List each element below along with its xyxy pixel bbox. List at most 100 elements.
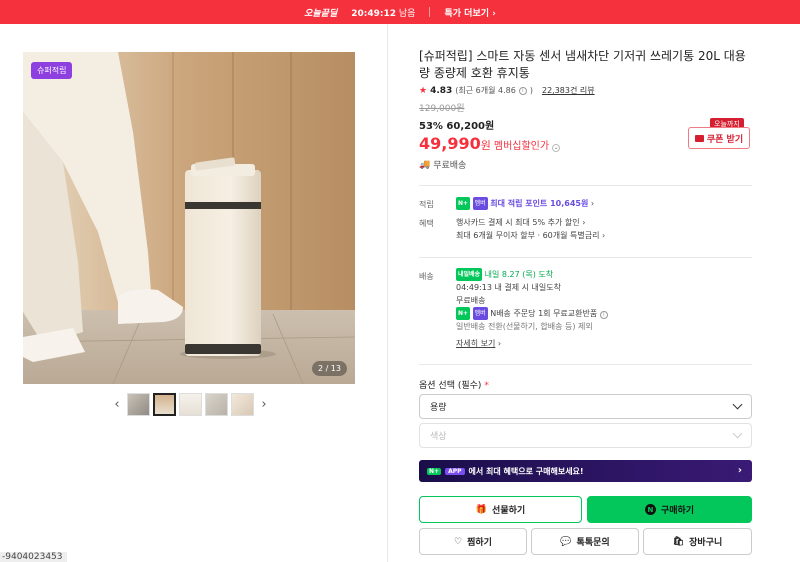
app-promo-text: 에서 최대 혜택으로 구매해보세요! [468, 466, 584, 476]
buy-button-label: 구매하기 [660, 506, 695, 516]
info-icon[interactable]: i [518, 86, 527, 95]
points-row-label: 적립 [419, 200, 434, 209]
chevron-right-icon: › [602, 231, 606, 240]
benefits-row: 행사카드 결제 시 최대 5% 추가 할인 › 최대 6개월 무이자 할부 · … [456, 216, 605, 242]
talk-inquiry-label: 톡톡문의 [576, 538, 610, 548]
chevron-right-icon: › [492, 8, 496, 19]
card-discount-link[interactable]: 행사카드 결제 시 최대 5% 추가 할인 › [456, 216, 605, 229]
color-select[interactable]: 색상 [419, 423, 752, 448]
option-label: 옵션 선택 (필수) * [419, 378, 489, 391]
banner-divider [429, 7, 431, 17]
product-code: -9404023453 [0, 552, 67, 562]
delivery-row: 내일배송 내일 8.27 (목) 도착 04:49:13 내 결제 시 내일도착… [456, 268, 608, 350]
talk-inquiry-button[interactable]: 💬 톡톡문의 [531, 528, 639, 555]
rating-score: 4.83 [430, 85, 453, 96]
free-return-text: N배송 주문당 1회 무료교환반품 [490, 309, 598, 318]
product-main-image[interactable]: 슈퍼적립 2 / 13 [23, 52, 355, 384]
thumbnail[interactable] [127, 393, 150, 416]
divider [419, 185, 752, 186]
star-icon: ★ [419, 85, 428, 96]
chevron-right-icon: › [497, 339, 502, 348]
chevron-down-icon [732, 428, 743, 439]
gift-button[interactable]: 🎁 선물하기 [419, 496, 582, 523]
info-icon[interactable]: i [599, 311, 608, 319]
chevron-down-icon [732, 399, 743, 410]
rating-recent: (최근 6개월 4.86 [455, 86, 516, 95]
member-price-unit: 원 [480, 139, 491, 152]
chat-icon: 💬 [560, 536, 572, 547]
delivery-exclusion: 일반배송 전환(선물하기, 합배송 등) 제외 [456, 322, 593, 331]
membership-badge: 멤버 [472, 307, 488, 320]
coupon-icon [694, 134, 704, 142]
product-title: [슈퍼적립] 스마트 자동 센서 냄새차단 기저귀 쓰레기통 20L 대용량 종… [419, 49, 746, 80]
cart-icon: 🛍 [672, 536, 685, 547]
more-deals-link[interactable]: 특가 더보기 › [444, 6, 495, 19]
wishlist-button[interactable]: ♡ 찜하기 [419, 528, 527, 555]
review-count-link[interactable]: 22,383건 리뷰 [542, 85, 595, 96]
option-label-text: 옵션 선택 (필수) [419, 381, 482, 391]
free-shipping: 🚚 무료배송 [419, 158, 753, 172]
app-promo-banner[interactable]: N+ APP 에서 최대 혜택으로 구매해보세요! › [419, 460, 752, 482]
product-info: [슈퍼적립] 스마트 자동 센서 냄새차단 기저귀 쓰레기통 20L 대용량 종… [419, 48, 753, 171]
delivery-row-label: 배송 [419, 272, 434, 281]
card-discount-text: 행사카드 결제 시 최대 5% 추가 할인 [456, 218, 580, 227]
benefits-row-label: 혜택 [419, 219, 434, 228]
free-shipping-label: 무료배송 [433, 161, 467, 171]
required-mark: * [484, 381, 489, 391]
thumbnail-active[interactable] [153, 393, 176, 416]
order-cutoff: 04:49:13 내 결제 시 내일도착 [456, 283, 561, 292]
truck-icon: 🚚 [419, 159, 431, 170]
arrival-date: 내일 8.27 (목) 도착 [484, 270, 554, 279]
naver-pay-icon: N [644, 504, 656, 515]
more-deals-label: 특가 더보기 [444, 8, 490, 19]
image-counter: 2 / 13 [311, 361, 347, 376]
divider [419, 364, 752, 365]
super-points-badge: 슈퍼적립 [31, 62, 73, 79]
chevron-left-icon[interactable]: ‹ [110, 397, 124, 412]
delivery-details-label: 자세히 보기 [456, 339, 496, 348]
delivery-details-link[interactable]: 자세히 보기 › [456, 337, 608, 350]
deal-badge: 오늘끝딜 [304, 8, 338, 19]
top-deal-banner[interactable]: 오늘끝딜 20:49:12 남음 특가 더보기 › [0, 0, 800, 24]
delivery-fee: 무료배송 [456, 296, 486, 305]
wishlist-button-label: 찜하기 [467, 538, 492, 548]
discount-percent: 53% [419, 121, 443, 132]
points-row[interactable]: N+ 멤버 최대 적립 포인트 10,645원 › [456, 197, 594, 210]
chevron-right-icon: › [590, 199, 595, 208]
chevron-right-icon[interactable]: › [257, 397, 271, 412]
member-price-value: 49,990 [419, 134, 481, 153]
membership-badge: 멤버 [472, 197, 488, 210]
delivery-eta: 내일배송 내일 8.27 (목) 도착 [456, 268, 608, 281]
chevron-down-icon[interactable]: ⌄ [552, 144, 561, 152]
buy-button[interactable]: N 구매하기 [587, 496, 752, 523]
cart-button[interactable]: 🛍 장바구니 [643, 528, 752, 555]
gift-icon: 🎁 [475, 504, 488, 515]
product-photo [23, 52, 355, 384]
tomorrow-delivery-badge: 내일배송 [456, 268, 483, 281]
chevron-right-icon: › [582, 218, 586, 227]
capacity-select-value: 용량 [430, 403, 447, 413]
coupon-button-label: 쿠폰 받기 [706, 134, 744, 145]
app-badge: APP [445, 467, 465, 475]
member-price: 49,990원 [419, 134, 491, 153]
installment-text: 최대 6개월 무이자 할부 · 60개월 특별금리 [456, 231, 600, 240]
npay-badge: N+ [456, 197, 471, 210]
countdown-suffix: 남음 [398, 8, 416, 19]
sale-price: 60,200원 [446, 121, 495, 132]
countdown: 20:49:12 남음 [351, 6, 415, 19]
member-price-label[interactable]: 멤버십할인가 [494, 137, 549, 152]
capacity-select[interactable]: 용량 [419, 394, 752, 419]
thumbnail[interactable] [205, 393, 228, 416]
thumbnail-strip: ‹ › [110, 393, 271, 416]
thumbnail[interactable] [231, 393, 254, 416]
max-points-text: 최대 적립 포인트 10,645원 [490, 199, 589, 208]
rating-row: ★ 4.83 (최근 6개월 4.86 i) 22,383건 리뷰 [419, 85, 753, 96]
color-select-value: 색상 [430, 432, 447, 442]
free-return: N+ 멤버 N배송 주문당 1회 무료교환반품 i [456, 307, 608, 320]
heart-icon: ♡ [454, 536, 463, 547]
original-price: 129,000원 [419, 104, 465, 114]
thumbnail[interactable] [179, 393, 202, 416]
coupon-button[interactable]: 쿠폰 받기 [688, 127, 750, 149]
gift-button-label: 선물하기 [492, 506, 526, 516]
installment-link[interactable]: 최대 6개월 무이자 할부 · 60개월 특별금리 › [456, 229, 605, 242]
